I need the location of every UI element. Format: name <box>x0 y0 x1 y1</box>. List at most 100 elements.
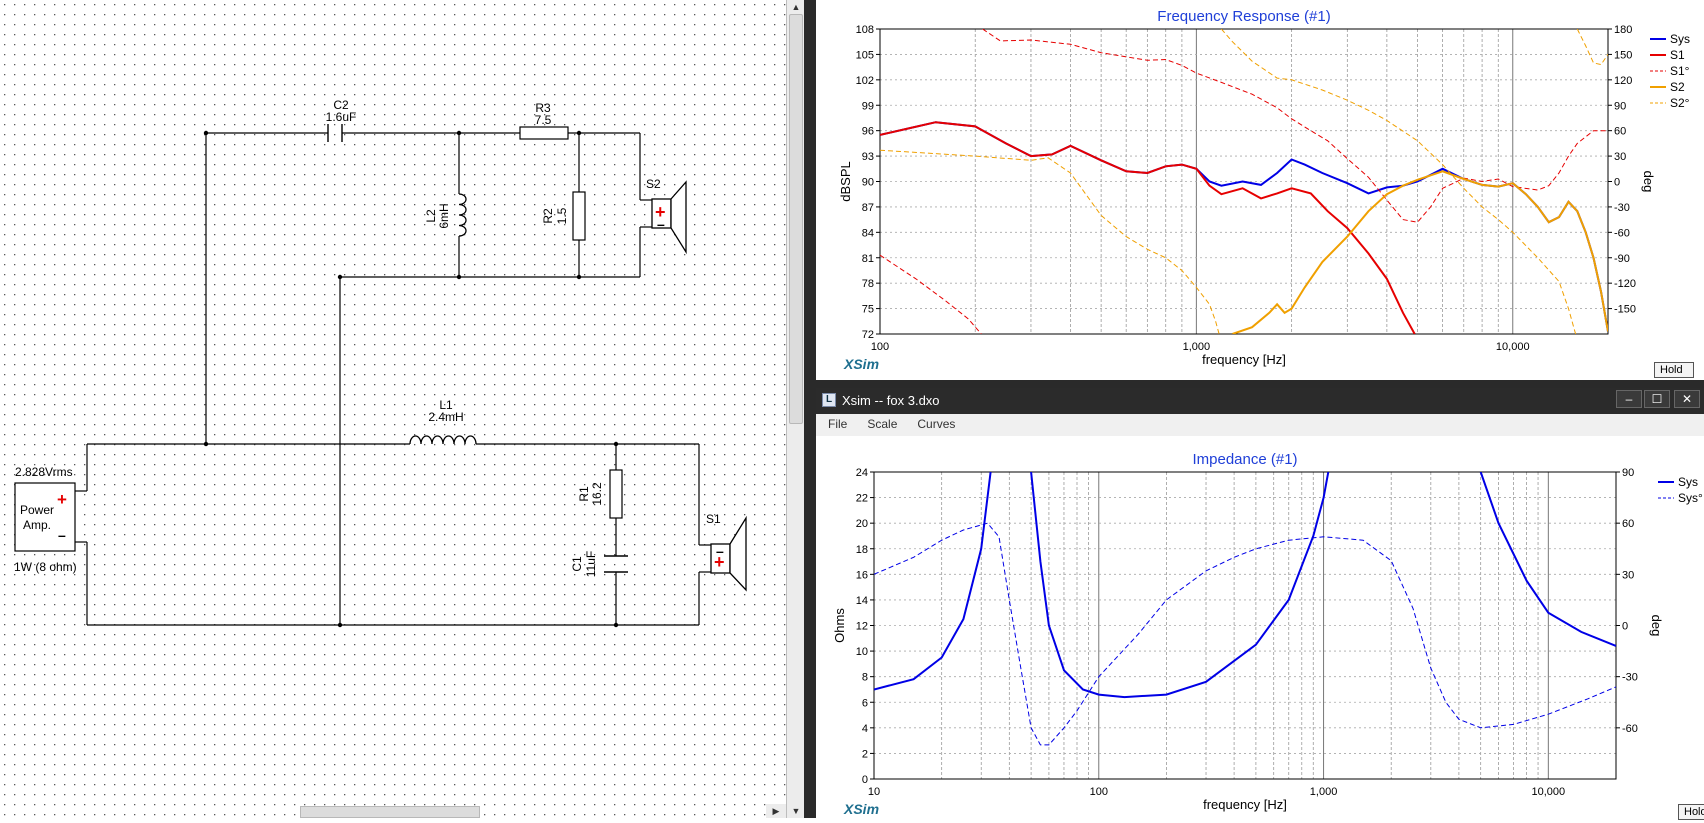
y-tick-label: 20 <box>856 518 868 530</box>
legend-entry: S1° <box>1670 64 1690 78</box>
series-line-s1 <box>880 121 1416 334</box>
y2-tick-label: 60 <box>1614 126 1626 138</box>
y-tick-label: 99 <box>862 100 874 112</box>
y-tick-label: 105 <box>856 49 874 61</box>
legend-entry: S1 <box>1670 48 1685 62</box>
menu-scale[interactable]: Scale <box>855 414 905 431</box>
chart-title: Impedance (#1) <box>1192 451 1297 468</box>
series-line-sys-phase <box>874 522 1616 746</box>
y2-axis-label: deg <box>1649 615 1664 637</box>
y-tick-label: 96 <box>862 126 874 138</box>
scroll-down-icon[interactable]: ▼ <box>787 804 805 818</box>
source-minus-icon: – <box>58 527 66 543</box>
y-tick-label: 12 <box>856 621 868 633</box>
y-tick-label: 87 <box>862 202 874 214</box>
r1-value: 16.2 <box>590 482 604 506</box>
s2-name: S2 <box>646 177 661 191</box>
xsim-logo: XSim <box>843 356 879 372</box>
series-line-sys <box>1030 472 1330 699</box>
scrollbar-thumb[interactable] <box>789 14 803 424</box>
schematic-grid <box>0 0 786 818</box>
y2-tick-label: -150 <box>1614 304 1636 316</box>
hold-button[interactable]: Hold <box>1654 362 1694 378</box>
y-tick-label: 84 <box>862 227 874 239</box>
y-tick-label: 24 <box>856 467 868 479</box>
minimize-icon[interactable]: – <box>1616 390 1642 408</box>
y-tick-label: 0 <box>862 774 868 786</box>
r1-name: R1 <box>577 486 591 502</box>
impedance-window-titlebar[interactable]: L Xsim -- fox 3.dxo – ☐ ✕ <box>816 388 1704 414</box>
frequency-response-chart[interactable]: 72 75 78 81 84 87 90 93 96 99 102 105 108 -150 -120 -90… <box>816 0 1704 380</box>
y2-axis-label: deg <box>1641 171 1656 193</box>
source-label-line1: Power <box>20 503 54 517</box>
impedance-chart[interactable]: 024681012141618202224-60-30030609010 100 1… <box>816 436 1704 818</box>
y2-tick-label: 90 <box>1614 100 1626 112</box>
window-title: Xsim -- fox 3.dxo <box>842 393 940 408</box>
schematic-horizontal-scrollbar-thumb[interactable] <box>300 806 480 818</box>
schematic-vertical-scrollbar[interactable]: ▲ ▼ <box>786 0 804 818</box>
series-line-sys <box>880 121 1608 332</box>
y-tick-label: 8 <box>862 672 868 684</box>
s1-name: S1 <box>706 512 721 526</box>
y-tick-label: 102 <box>856 75 874 87</box>
maximize-icon[interactable]: ☐ <box>1644 390 1670 408</box>
y2-tick-label: 30 <box>1622 569 1634 581</box>
schematic-canvas[interactable]: C2 1.6uF R3 7.5 L2 6mH R2 1.5 + – S2 L1 … <box>0 0 786 818</box>
y2-tick-label: 150 <box>1614 49 1632 61</box>
source-voltage: 2.828Vrms <box>15 465 73 479</box>
y2-tick-label: -30 <box>1614 202 1630 214</box>
y-tick-label: 108 <box>856 24 874 36</box>
y-tick-label: 16 <box>856 569 868 581</box>
y-tick-label: 6 <box>862 697 868 709</box>
x-tick-label: 10,000 <box>1496 341 1530 353</box>
y2-tick-label: 30 <box>1614 151 1626 163</box>
s2-minus-icon: – <box>657 216 665 232</box>
legend-entry: S2° <box>1670 96 1690 110</box>
menu-curves[interactable]: Curves <box>905 414 963 431</box>
y-tick-label: 18 <box>856 544 868 556</box>
pane-divider[interactable] <box>804 0 816 818</box>
l2-name: L2 <box>424 209 438 223</box>
y2-tick-label: -30 <box>1622 672 1638 684</box>
scroll-up-icon[interactable]: ▲ <box>787 0 805 14</box>
source-label-line2: Amp. <box>23 518 51 532</box>
scroll-right-icon[interactable]: ▶ <box>766 804 786 818</box>
l1-value: 2.4mH <box>428 410 463 424</box>
y-tick-label: 75 <box>862 304 874 316</box>
menu-file[interactable]: File <box>816 414 855 431</box>
x-tick-label: 10,000 <box>1532 786 1566 798</box>
y-tick-label: 14 <box>856 595 868 607</box>
c1-name: C1 <box>570 556 584 572</box>
legend-entry: Sys <box>1670 32 1690 46</box>
y-tick-label: 72 <box>862 329 874 341</box>
y-axis-label: dBSPL <box>838 161 853 201</box>
source-plus-icon: + <box>57 490 67 509</box>
series-line-s2 <box>1232 170 1608 334</box>
x-tick-label: 100 <box>871 341 889 353</box>
legend-entry: Sys° <box>1678 491 1703 505</box>
y-tick-label: 78 <box>862 278 874 290</box>
menu-bar: File Scale Curves <box>816 414 1704 437</box>
x-tick-label: 100 <box>1090 786 1108 798</box>
y2-tick-label: 90 <box>1622 467 1634 479</box>
r2-value: 1.5 <box>555 207 569 224</box>
c1-value: 11uF <box>584 551 598 577</box>
x-axis-label: frequency [Hz] <box>1202 352 1286 367</box>
y2-tick-label: 60 <box>1622 518 1634 530</box>
y2-tick-label: -60 <box>1614 227 1630 239</box>
y-tick-label: 10 <box>856 646 868 658</box>
s1-plus-icon: + <box>714 552 725 572</box>
y-tick-label: 93 <box>862 151 874 163</box>
close-icon[interactable]: ✕ <box>1674 390 1700 408</box>
y-tick-label: 81 <box>862 253 874 265</box>
r3-value: 7.5 <box>535 113 552 127</box>
legend-entry: S2 <box>1670 80 1685 94</box>
app-icon: L <box>822 393 836 407</box>
l2-value: 6mH <box>437 203 451 228</box>
y2-tick-label: -90 <box>1614 253 1630 265</box>
x-tick-label: 1,000 <box>1310 786 1338 798</box>
series-line-sys <box>874 472 992 691</box>
x-tick-label: 10 <box>868 786 880 798</box>
y2-tick-label: 0 <box>1614 177 1620 189</box>
y2-tick-label: -60 <box>1622 723 1638 735</box>
